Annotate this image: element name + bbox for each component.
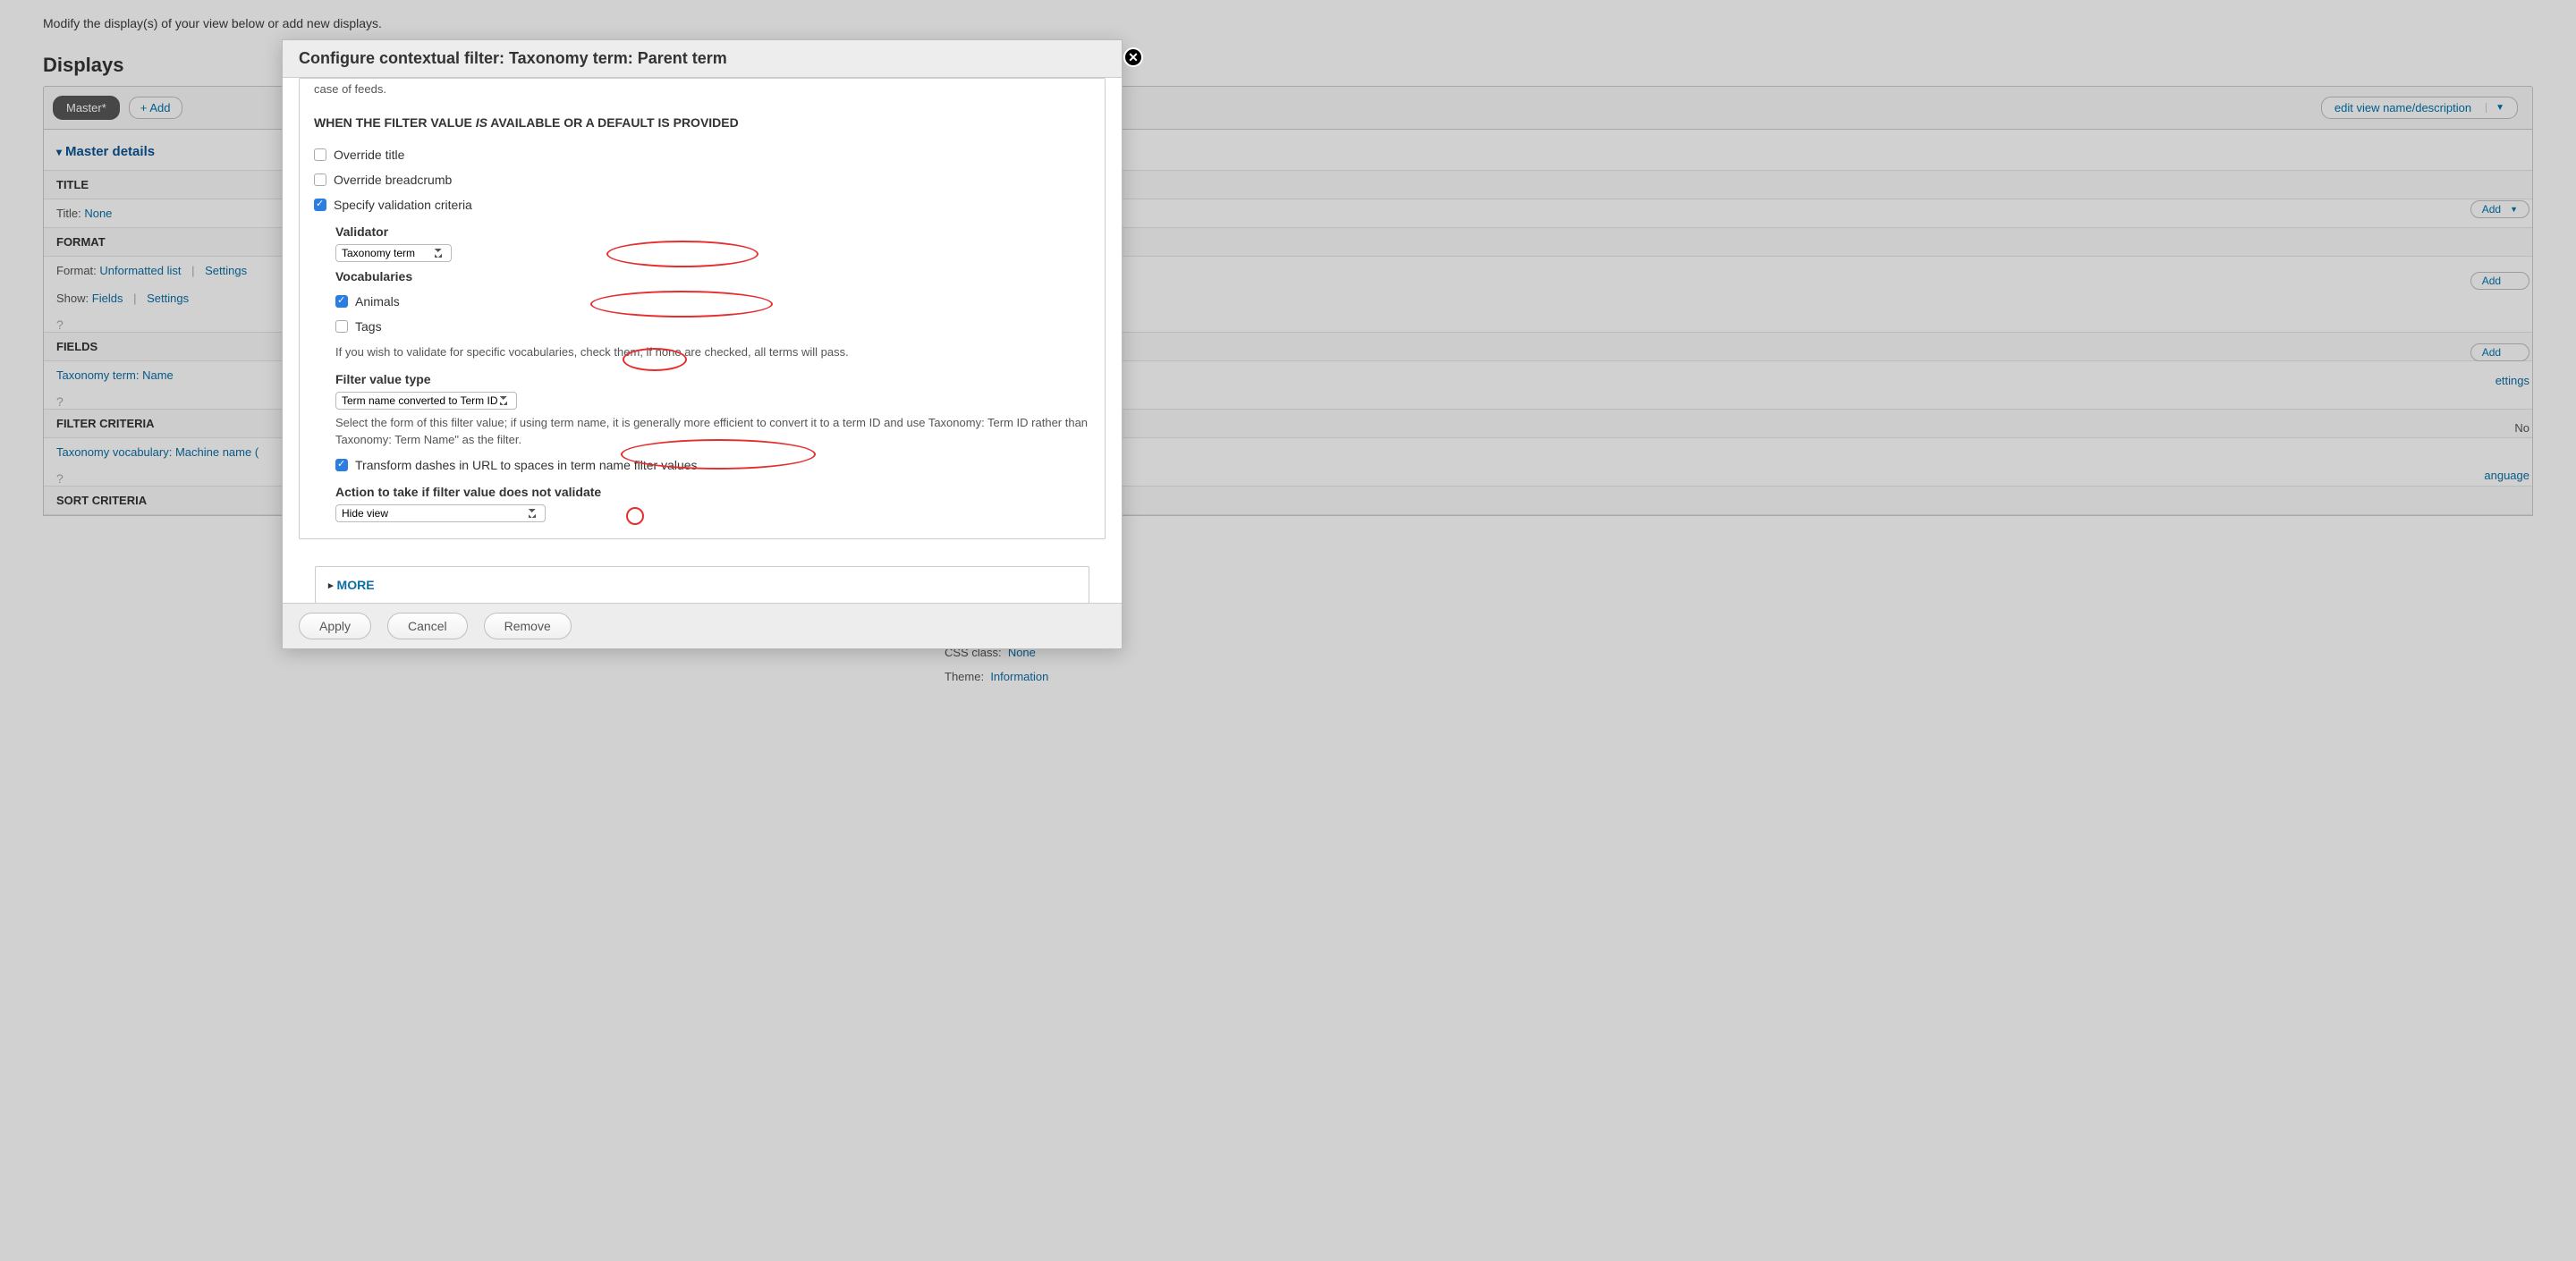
plus-icon: + bbox=[140, 101, 148, 114]
override-title-checkbox[interactable] bbox=[314, 148, 326, 161]
dialog-body: case of feeds. WHEN THE FILTER VALUE IS … bbox=[283, 78, 1122, 603]
filter-value-type-label: Filter value type bbox=[335, 365, 1090, 392]
override-breadcrumb-checkbox[interactable] bbox=[314, 173, 326, 186]
filter-value-link[interactable]: Taxonomy vocabulary: Machine name ( bbox=[56, 445, 258, 459]
tab-master[interactable]: Master* bbox=[53, 96, 120, 120]
language-peek[interactable]: anguage bbox=[2484, 467, 2529, 484]
right-pills: Add▼ Add Add bbox=[2470, 200, 2529, 361]
vocab-tags-label: Tags bbox=[355, 319, 382, 334]
filter-value-type-select[interactable]: Term name converted to Term ID bbox=[335, 392, 517, 410]
right-peek-column: ettings No anguage bbox=[2484, 372, 2529, 484]
format-settings-link[interactable]: Settings bbox=[205, 264, 247, 277]
more-toggle[interactable]: ▸ MORE bbox=[328, 578, 375, 592]
action-select[interactable]: Hide view bbox=[335, 504, 546, 522]
format-label: Format: bbox=[56, 264, 97, 277]
settings-peek[interactable]: ettings bbox=[2496, 372, 2529, 389]
specify-validation-label: Specify validation criteria bbox=[334, 198, 472, 212]
dialog-title: Configure contextual filter: Taxonomy te… bbox=[283, 40, 1122, 78]
master-details-label: Master details bbox=[65, 144, 155, 159]
triangle-right-icon: ▸ bbox=[328, 580, 334, 591]
remove-button[interactable]: Remove bbox=[484, 613, 572, 639]
more-label: MORE bbox=[337, 578, 375, 592]
specify-validation-row[interactable]: Specify validation criteria bbox=[314, 192, 1090, 217]
vocab-animals-label: Animals bbox=[355, 294, 400, 309]
vocab-tags-checkbox[interactable] bbox=[335, 320, 348, 333]
add-display-label: Add bbox=[149, 101, 170, 114]
show-settings-link[interactable]: Settings bbox=[147, 292, 189, 305]
validation-nested: Validator Taxonomy term Vocabularies Ani… bbox=[314, 217, 1090, 522]
vocabularies-label: Vocabularies bbox=[335, 262, 1090, 289]
when-available-heading: WHEN THE FILTER VALUE IS AVAILABLE OR A … bbox=[314, 106, 1090, 142]
close-icon[interactable]: ✕ bbox=[1123, 47, 1143, 67]
edit-view-wrap: edit view name/description ▼ bbox=[2321, 97, 2523, 119]
vocab-animals-checkbox[interactable] bbox=[335, 295, 348, 308]
validator-label: Validator bbox=[335, 217, 1090, 244]
caret-icon: ▼ bbox=[2510, 205, 2518, 214]
title-value-link[interactable]: None bbox=[84, 207, 112, 220]
format-value-link[interactable]: Unformatted list bbox=[99, 264, 181, 277]
edit-view-name-label: edit view name/description bbox=[2334, 101, 2471, 114]
add-button-3[interactable]: Add bbox=[2470, 343, 2529, 361]
cancel-button[interactable]: Cancel bbox=[387, 613, 468, 639]
dialog-footer: Apply Cancel Remove bbox=[283, 603, 1122, 648]
triangle-down-icon: ▾ bbox=[56, 146, 62, 158]
configure-contextual-filter-dialog: Configure contextual filter: Taxonomy te… bbox=[282, 39, 1123, 649]
transform-dashes-label: Transform dashes in URL to spaces in ter… bbox=[355, 458, 698, 472]
caret-down-icon: ▼ bbox=[2486, 103, 2504, 113]
filter-value-type-desc: Select the form of this filter value; if… bbox=[335, 410, 1090, 453]
override-breadcrumb-row[interactable]: Override breadcrumb bbox=[314, 167, 1090, 192]
show-value-link[interactable]: Fields bbox=[92, 292, 123, 305]
show-label: Show: bbox=[56, 292, 89, 305]
vocab-desc: If you wish to validate for specific voc… bbox=[335, 339, 1090, 365]
no-peek: No bbox=[2514, 421, 2529, 435]
add-button-1[interactable]: Add▼ bbox=[2470, 200, 2529, 218]
edit-view-name-button[interactable]: edit view name/description ▼ bbox=[2321, 97, 2518, 119]
add-button-2[interactable]: Add bbox=[2470, 272, 2529, 290]
theme-label: Theme: bbox=[945, 670, 984, 683]
title-label: Title: bbox=[56, 207, 81, 220]
vocab-animals-row[interactable]: Animals bbox=[335, 289, 1090, 314]
theme-value[interactable]: Information bbox=[990, 670, 1048, 683]
override-title-label: Override title bbox=[334, 148, 404, 162]
transform-dashes-row[interactable]: Transform dashes in URL to spaces in ter… bbox=[335, 453, 1090, 478]
action-label: Action to take if filter value does not … bbox=[335, 478, 1090, 504]
vocab-tags-row[interactable]: Tags bbox=[335, 314, 1090, 339]
specify-validation-checkbox[interactable] bbox=[314, 199, 326, 211]
trail-text: case of feeds. bbox=[314, 79, 1090, 106]
override-title-row[interactable]: Override title bbox=[314, 142, 1090, 167]
override-breadcrumb-label: Override breadcrumb bbox=[334, 173, 452, 187]
transform-dashes-checkbox[interactable] bbox=[335, 459, 348, 471]
validator-select[interactable]: Taxonomy term bbox=[335, 244, 452, 262]
apply-button[interactable]: Apply bbox=[299, 613, 371, 639]
field-taxonomy-name-link[interactable]: Taxonomy term: Name bbox=[56, 368, 174, 382]
more-box[interactable]: ▸ MORE bbox=[315, 566, 1089, 603]
add-display-button[interactable]: +Add bbox=[129, 97, 182, 119]
when-value-available-box: case of feeds. WHEN THE FILTER VALUE IS … bbox=[299, 78, 1106, 539]
